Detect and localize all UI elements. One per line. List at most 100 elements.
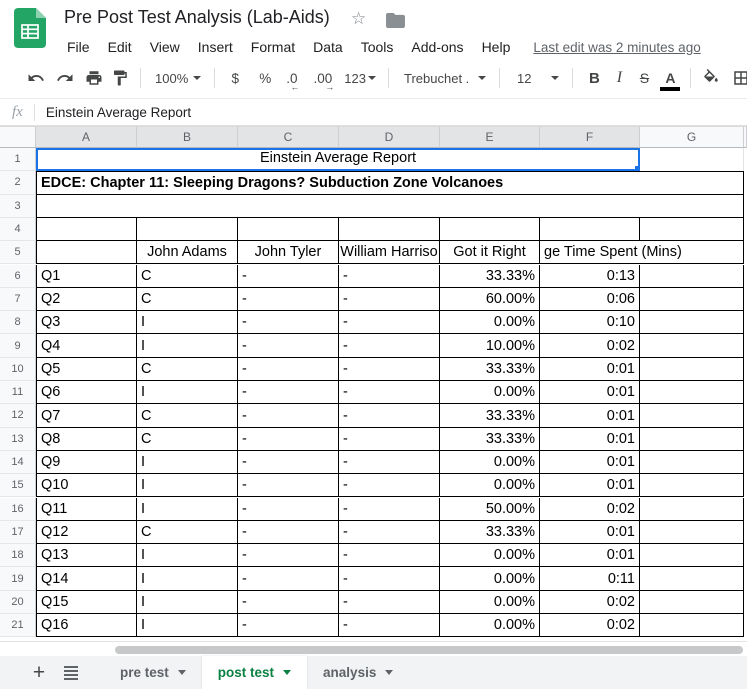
- row-header-1[interactable]: 1: [0, 148, 36, 171]
- cell-g-empty[interactable]: [640, 614, 744, 637]
- cell-tyler[interactable]: -: [238, 358, 339, 381]
- cell-percent-right[interactable]: 50.00%: [440, 498, 540, 521]
- print-icon[interactable]: [85, 69, 103, 87]
- cell-adams[interactable]: C: [137, 265, 238, 288]
- cell-harrison[interactable]: -: [339, 358, 440, 381]
- bold-button[interactable]: B: [586, 70, 602, 87]
- cell-time-spent[interactable]: 0:01: [540, 451, 640, 474]
- menu-view[interactable]: View: [141, 39, 189, 55]
- column-header-B[interactable]: B: [137, 126, 238, 148]
- row-header-18[interactable]: 18: [0, 544, 36, 567]
- cell-harrison[interactable]: -: [339, 381, 440, 404]
- cell-g-empty[interactable]: [640, 265, 744, 288]
- cell-time-spent[interactable]: 0:01: [540, 474, 640, 497]
- row-header-8[interactable]: 8: [0, 311, 36, 334]
- cell-g-empty[interactable]: [640, 521, 744, 544]
- cell-row4[interactable]: [238, 218, 339, 241]
- cell-header-time-spent[interactable]: ge Time Spent (Mins): [540, 241, 640, 264]
- menu-edit[interactable]: Edit: [99, 39, 141, 55]
- row-header-13[interactable]: 13: [0, 428, 36, 451]
- cell-question[interactable]: Q8: [36, 428, 137, 451]
- row-header-10[interactable]: 10: [0, 358, 36, 381]
- cell-subtitle[interactable]: EDCE: Chapter 11: Sleeping Dragons? Subd…: [36, 171, 640, 194]
- row-header-12[interactable]: 12: [0, 404, 36, 427]
- cell-question[interactable]: Q3: [36, 311, 137, 334]
- cell-tyler[interactable]: -: [238, 288, 339, 311]
- row-header-2[interactable]: 2: [0, 171, 36, 194]
- cell-harrison[interactable]: -: [339, 311, 440, 334]
- cell-adams[interactable]: I: [137, 614, 238, 637]
- formula-bar[interactable]: fx Einstein Average Report: [0, 99, 747, 126]
- cell-g-empty[interactable]: [640, 428, 744, 451]
- cell-adams[interactable]: I: [137, 451, 238, 474]
- cell-row4[interactable]: [339, 218, 440, 241]
- cell-tyler[interactable]: -: [238, 521, 339, 544]
- cell-adams[interactable]: C: [137, 521, 238, 544]
- cell-time-spent[interactable]: 0:10: [540, 311, 640, 334]
- cell-tyler[interactable]: -: [238, 544, 339, 567]
- cell-adams[interactable]: C: [137, 288, 238, 311]
- document-title[interactable]: Pre Post Test Analysis (Lab-Aids): [64, 7, 330, 28]
- format-percent-button[interactable]: %: [258, 71, 272, 86]
- cell-row3[interactable]: [36, 195, 640, 218]
- cell-adams[interactable]: I: [137, 334, 238, 357]
- row-header-16[interactable]: 16: [0, 498, 36, 521]
- cell-harrison[interactable]: -: [339, 265, 440, 288]
- last-edit-link[interactable]: Last edit was 2 minutes ago: [533, 40, 700, 55]
- row-header-20[interactable]: 20: [0, 591, 36, 614]
- star-icon[interactable]: ☆: [351, 9, 366, 29]
- cell-question[interactable]: Q7: [36, 404, 137, 427]
- strikethrough-button[interactable]: S: [636, 70, 652, 86]
- row-header-3[interactable]: 3: [0, 195, 36, 218]
- italic-button[interactable]: I: [611, 69, 627, 87]
- cell-harrison[interactable]: -: [339, 591, 440, 614]
- cell-time-spent[interactable]: 0:13: [540, 265, 640, 288]
- format-currency-button[interactable]: $: [228, 71, 242, 86]
- cell-g-empty[interactable]: [640, 567, 744, 590]
- cell-time-spent[interactable]: 0:01: [540, 358, 640, 381]
- select-all-corner[interactable]: [0, 126, 36, 148]
- sheets-logo-icon[interactable]: [14, 8, 46, 53]
- cell-harrison[interactable]: -: [339, 498, 440, 521]
- cell-header-john-adams[interactable]: John Adams: [137, 241, 238, 264]
- cell-adams[interactable]: I: [137, 567, 238, 590]
- decrease-decimal-button[interactable]: .0←: [286, 71, 297, 86]
- cell-percent-right[interactable]: 0.00%: [440, 474, 540, 497]
- redo-icon[interactable]: [56, 69, 74, 87]
- cell-percent-right[interactable]: 0.00%: [440, 544, 540, 567]
- menu-help[interactable]: Help: [473, 39, 520, 55]
- add-sheet-button[interactable]: +: [22, 656, 56, 689]
- cell-G1[interactable]: [640, 148, 744, 171]
- cell-time-spent[interactable]: 0:02: [540, 334, 640, 357]
- cell-tyler[interactable]: -: [238, 591, 339, 614]
- cell-header-A[interactable]: [36, 241, 137, 264]
- column-header-E[interactable]: E: [440, 126, 540, 148]
- selection-fill-handle[interactable]: [635, 166, 640, 171]
- cell-G3[interactable]: [640, 195, 744, 218]
- cell-g-empty[interactable]: [640, 544, 744, 567]
- spreadsheet-grid[interactable]: ABCDEFG123456789101112131415161718192021…: [0, 126, 747, 641]
- row-header-15[interactable]: 15: [0, 474, 36, 497]
- cell-tyler[interactable]: -: [238, 474, 339, 497]
- cell-percent-right[interactable]: 0.00%: [440, 311, 540, 334]
- cell-harrison[interactable]: -: [339, 521, 440, 544]
- cell-tyler[interactable]: -: [238, 498, 339, 521]
- cell-question[interactable]: Q15: [36, 591, 137, 614]
- row-header-21[interactable]: 21: [0, 614, 36, 637]
- cell-tyler[interactable]: -: [238, 334, 339, 357]
- row-header-5[interactable]: 5: [0, 241, 36, 264]
- cell-harrison[interactable]: -: [339, 614, 440, 637]
- formula-bar-value[interactable]: Einstein Average Report: [46, 105, 191, 120]
- row-header-7[interactable]: 7: [0, 288, 36, 311]
- cell-tyler[interactable]: -: [238, 428, 339, 451]
- cell-row4[interactable]: [540, 218, 640, 241]
- cell-G4[interactable]: [640, 218, 744, 241]
- cell-g-empty[interactable]: [640, 498, 744, 521]
- sheet-tab-analysis[interactable]: analysis: [307, 656, 409, 689]
- borders-icon[interactable]: [732, 69, 747, 87]
- column-header-A[interactable]: A: [36, 126, 137, 148]
- cell-question[interactable]: Q9: [36, 451, 137, 474]
- cell-question[interactable]: Q2: [36, 288, 137, 311]
- row-header-11[interactable]: 11: [0, 381, 36, 404]
- cell-adams[interactable]: I: [137, 544, 238, 567]
